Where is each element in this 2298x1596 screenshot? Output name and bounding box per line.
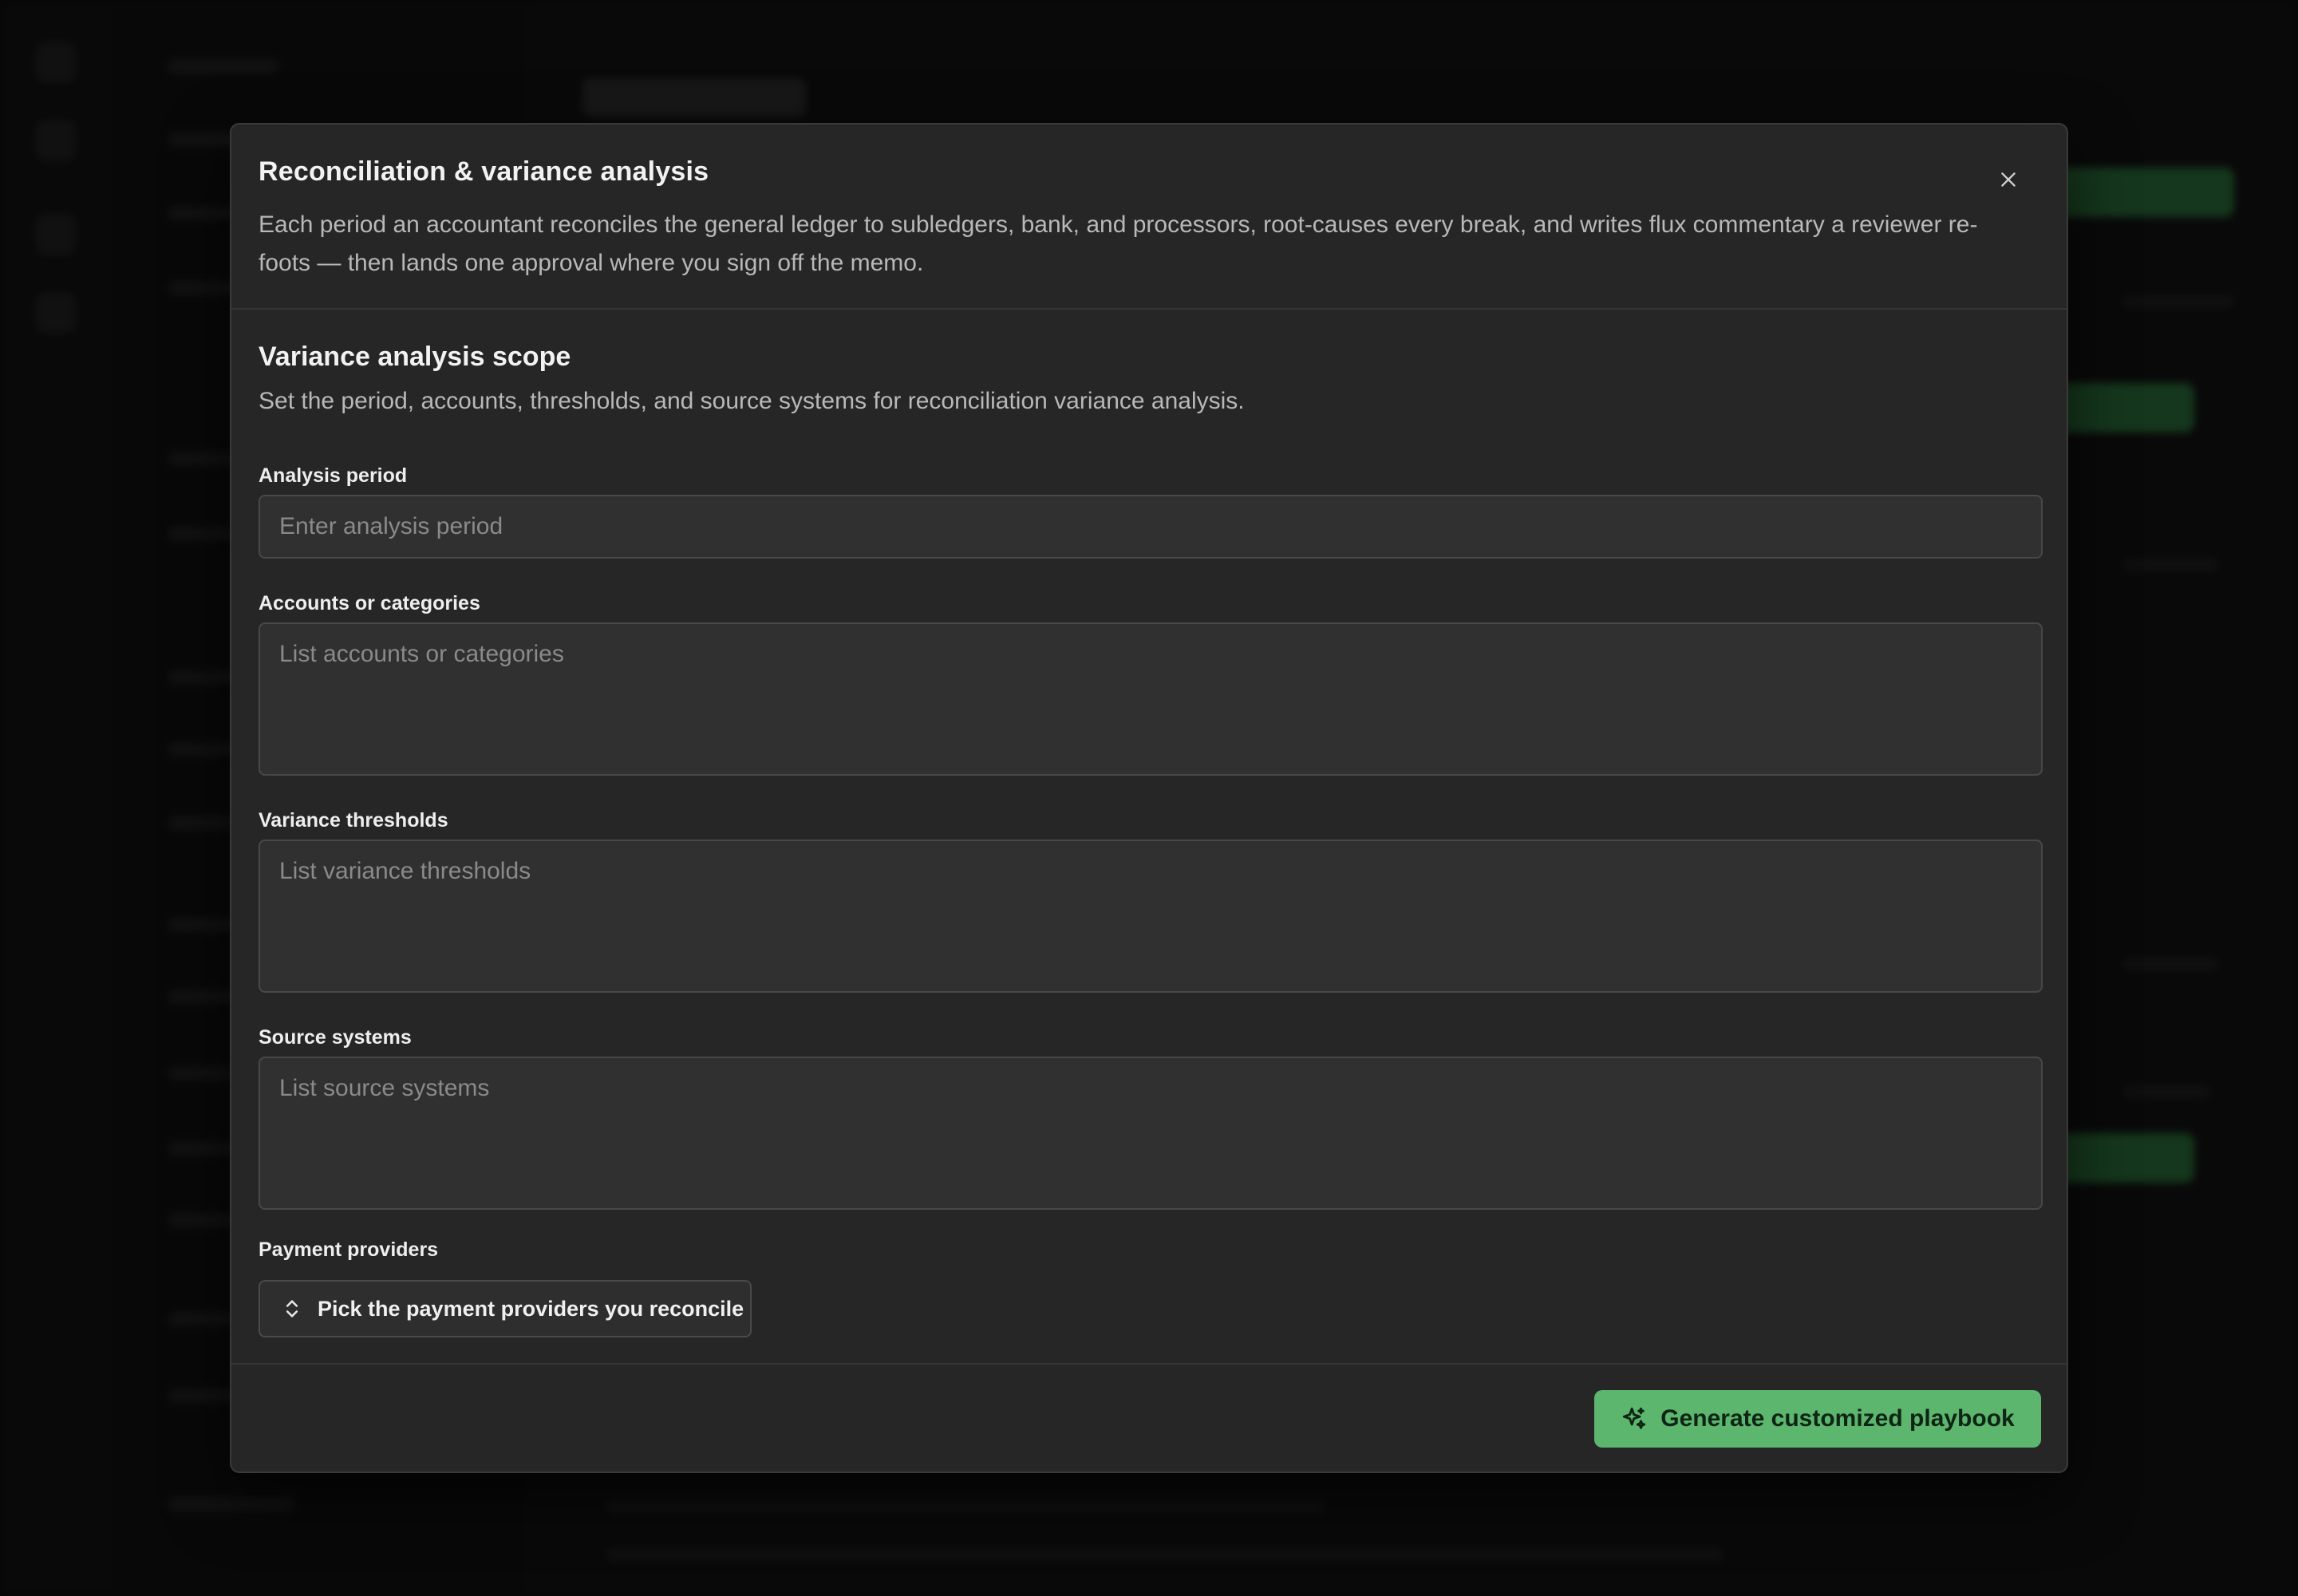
dialog-description: Each period an accountant reconciles the… [259, 211, 1978, 276]
source-systems-textarea[interactable] [259, 1057, 2043, 1210]
source-systems-label: Source systems [259, 1026, 412, 1049]
accounts-textarea[interactable] [259, 622, 2043, 776]
dialog-title: Reconciliation & variance analysis [259, 156, 709, 187]
close-button[interactable] [1987, 158, 2030, 201]
close-icon [2001, 172, 2016, 187]
analysis-period-label: Analysis period [259, 464, 408, 487]
payment-providers-label: Payment providers [259, 1238, 439, 1261]
payment-providers-picker[interactable]: Pick the payment providers you reconcile [259, 1280, 752, 1337]
sparkles-icon [1623, 1407, 1646, 1429]
payment-providers-picker-label: Pick the payment providers you reconcile [318, 1296, 744, 1321]
dialog-footer-divider [231, 1363, 2067, 1365]
dialog-header: Reconciliation & variance analysis Each … [231, 124, 2067, 310]
playbook-dialog: Reconciliation & variance analysis Each … [230, 123, 2068, 1473]
accounts-label: Accounts or categories [259, 592, 480, 614]
section-title: Variance analysis scope [259, 342, 571, 372]
generate-playbook-button[interactable]: Generate customized playbook [1594, 1390, 2041, 1448]
variance-thresholds-textarea[interactable] [259, 839, 2043, 993]
analysis-period-input[interactable] [259, 495, 2043, 559]
generate-playbook-label: Generate customized playbook [1660, 1405, 2015, 1432]
chevron-up-down-icon [286, 1300, 298, 1317]
section-description: Set the period, accounts, thresholds, an… [259, 388, 1245, 414]
variance-thresholds-label: Variance thresholds [259, 809, 448, 832]
